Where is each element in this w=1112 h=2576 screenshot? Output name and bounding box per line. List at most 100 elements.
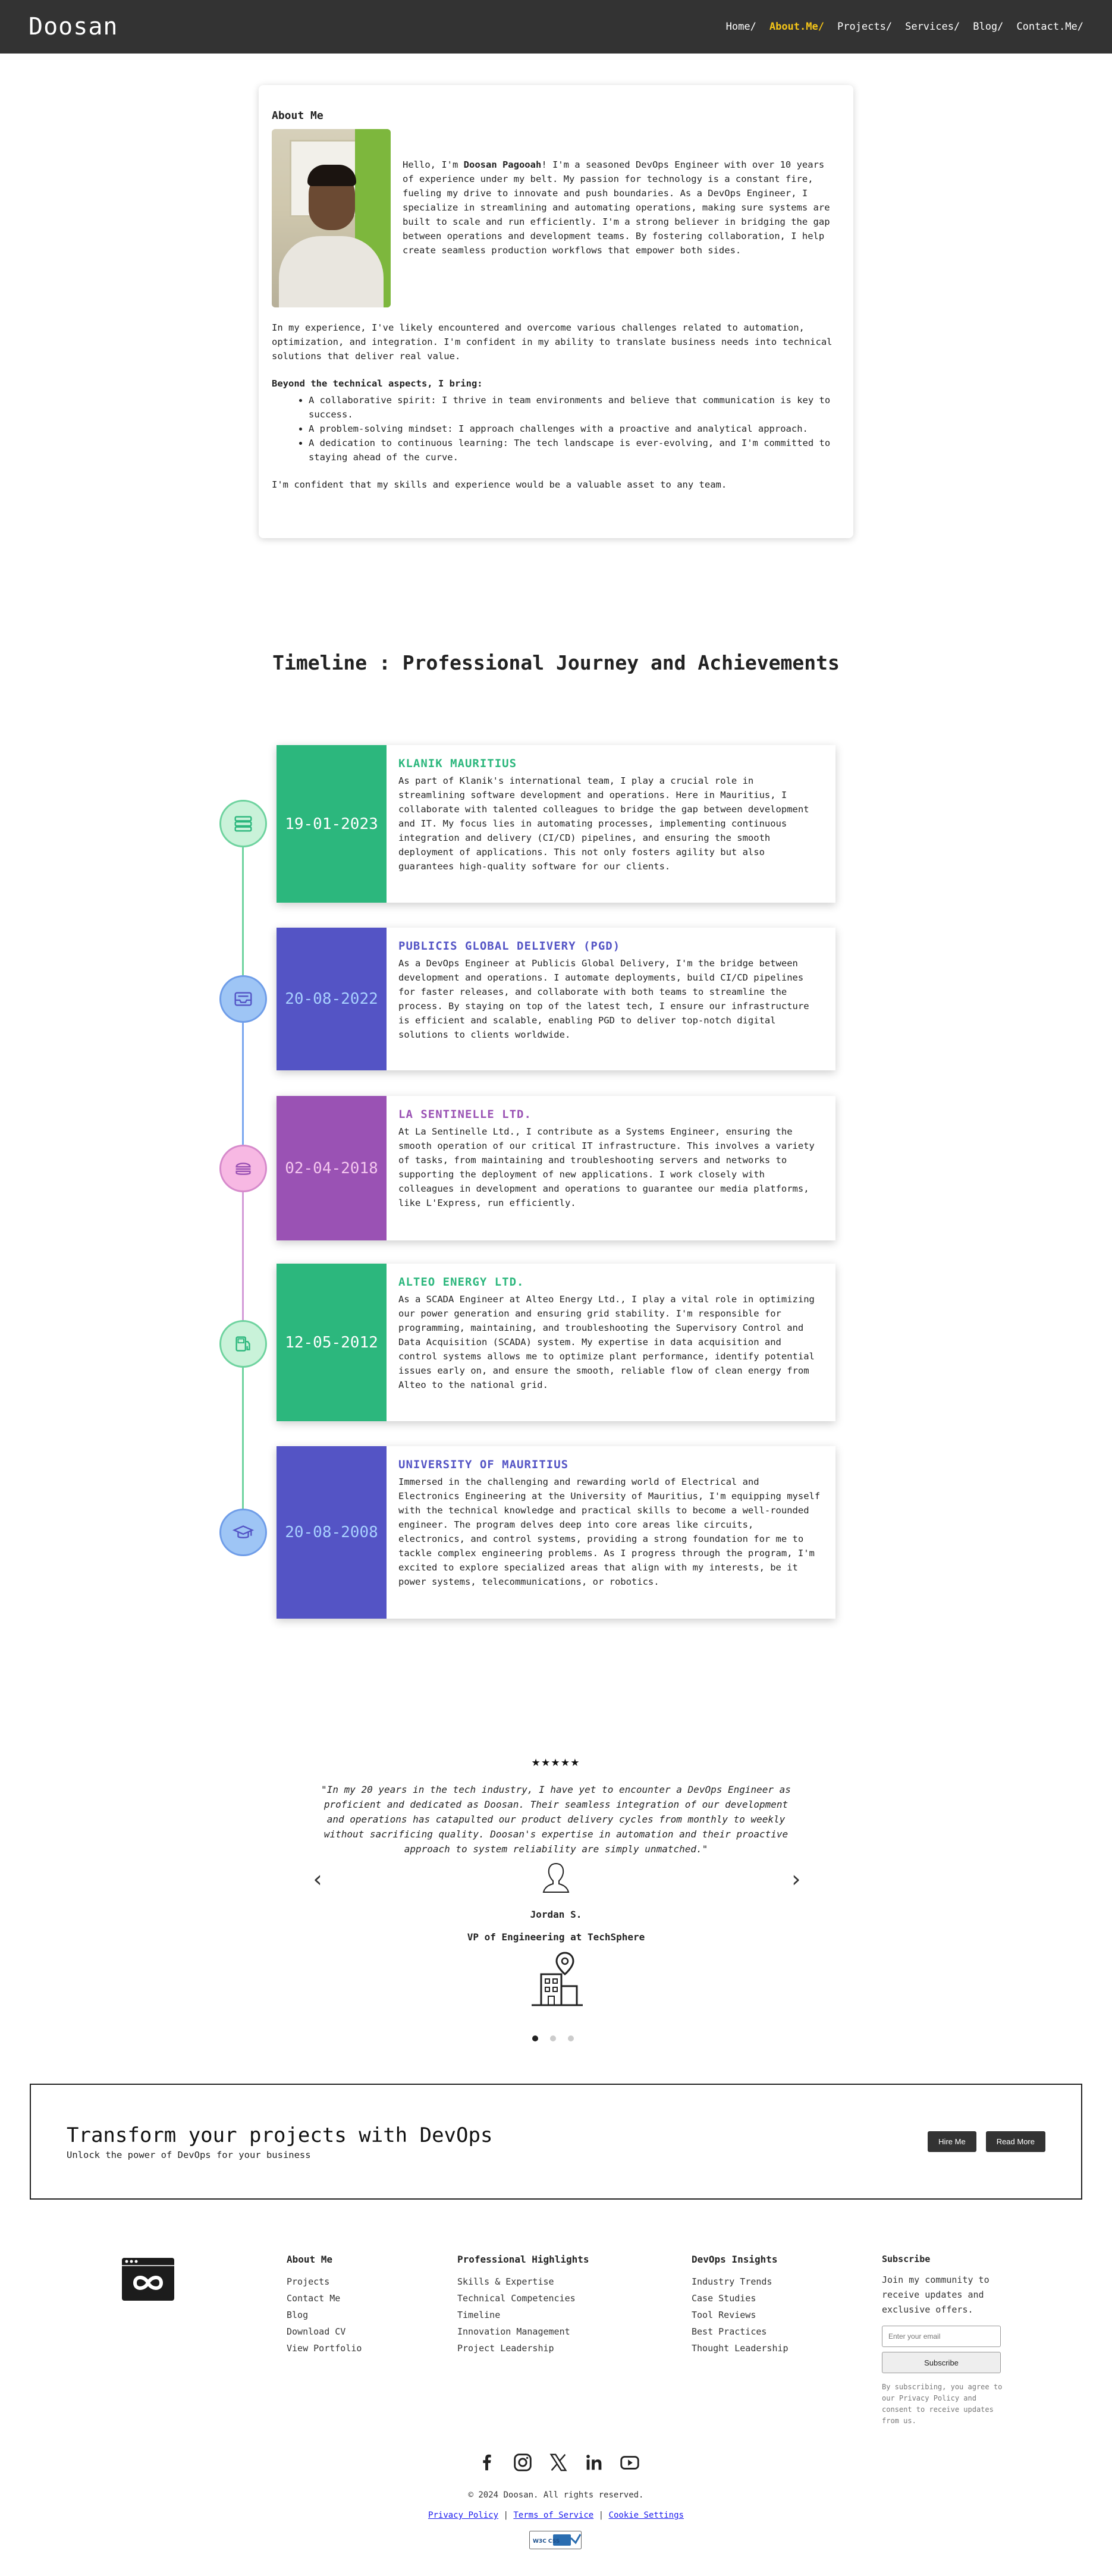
timeline-connector xyxy=(242,1356,244,1521)
footer-link[interactable]: Project Leadership xyxy=(457,2340,589,2357)
timeline-company: UNIVERSITY OF MAURITIUS xyxy=(398,1458,569,1471)
youtube-icon[interactable] xyxy=(618,2451,641,2474)
about-card: About Me Hello, I'm Doosan Pagooah! I'm … xyxy=(259,85,853,538)
timeline-date: 20-08-2022 xyxy=(277,928,387,1070)
timeline-company: PUBLICIS GLOBAL DELIVERY (PGD) xyxy=(398,940,621,953)
about-closing: I'm confident that my skills and experie… xyxy=(272,479,727,490)
footer-link[interactable]: Projects xyxy=(287,2273,362,2290)
timeline-card-sentinelle: 02-04-2018 LA SENTINELLE LTD. At La Sent… xyxy=(277,1096,835,1240)
about-bullet-list: A collaborative spirit: I thrive in team… xyxy=(309,393,840,464)
about-paragraph: In my experience, I've likely encountere… xyxy=(272,322,833,362)
timeline-company: KLANIK MAURITIUS xyxy=(398,757,517,770)
nav-link-blog[interactable]: Blog/ xyxy=(973,21,1003,33)
nav-link-projects[interactable]: Projects/ xyxy=(837,21,892,33)
cta-title: Transform your projects with DevOps xyxy=(67,2123,493,2147)
subscribe-button[interactable]: Subscribe xyxy=(882,2352,1001,2373)
timeline-card-pgd: 20-08-2022 PUBLICIS GLOBAL DELIVERY (PGD… xyxy=(277,928,835,1070)
facebook-icon[interactable] xyxy=(476,2451,498,2474)
footer-link[interactable]: Download CV xyxy=(287,2323,362,2340)
carousel-dot[interactable] xyxy=(550,2035,556,2041)
cta-subtitle: Unlock the power of DevOps for your busi… xyxy=(67,2149,311,2160)
list-item: A problem-solving mindset: I approach ch… xyxy=(309,422,840,436)
footer-link[interactable]: Tool Reviews xyxy=(692,2307,789,2323)
graduation-cap-icon xyxy=(232,1525,255,1538)
timeline-connector xyxy=(242,1192,244,1332)
footer-heading: About Me xyxy=(287,2254,333,2265)
timeline-card-klanik: 19-01-2023 KLANIK MAURITIUS As part of K… xyxy=(277,745,835,903)
nav-link-about[interactable]: About.Me/ xyxy=(769,21,824,33)
subscribe-fine-print: By subscribing, you agree to our Privacy… xyxy=(882,2383,1003,2425)
footer-logo-icon[interactable] xyxy=(121,2257,175,2302)
footer-link[interactable]: Best Practices xyxy=(692,2323,789,2340)
about-intro-text: Hello, I'm Doosan Pagooah! I'm a seasone… xyxy=(403,159,830,256)
brand-logo-text[interactable]: Doosan xyxy=(29,13,118,40)
email-field[interactable] xyxy=(882,2326,1001,2347)
footer-column-insights: DevOps Insights Industry Trends Case Stu… xyxy=(692,2254,789,2357)
timeline-description: As part of Klanik's international team, … xyxy=(398,775,809,872)
carousel-next-button[interactable]: › xyxy=(789,1866,803,1892)
w3c-css-badge[interactable]: W3C CSS xyxy=(529,2531,582,2549)
testimonial-quote: "In my 20 years in the tech industry, I … xyxy=(321,1784,791,1855)
footer-column-highlights: Professional Highlights Skills & Experti… xyxy=(457,2254,589,2357)
testimonial-name: Jordan S. xyxy=(530,1909,582,1920)
timeline-date: 12-05-2012 xyxy=(277,1264,387,1421)
cookie-settings-link[interactable]: Cookie Settings xyxy=(609,2511,684,2520)
footer-link[interactable]: Technical Competencies xyxy=(457,2290,589,2307)
nav-links: Home/ About.Me/ Projects/ Services/ Blog… xyxy=(726,21,1083,33)
social-links xyxy=(476,2451,641,2474)
footer-link[interactable]: Timeline xyxy=(457,2307,589,2323)
badge-text: W3C CSS xyxy=(533,2539,560,2544)
footer-link[interactable]: Contact Me xyxy=(287,2290,362,2307)
footer-column-about: About Me Projects Contact Me Blog Downlo… xyxy=(287,2254,362,2357)
burger-icon xyxy=(235,1163,251,1175)
timeline-company: LA SENTINELLE LTD. xyxy=(398,1108,532,1121)
timeline-icon-5 xyxy=(219,1509,267,1556)
x-icon[interactable] xyxy=(547,2451,570,2474)
testimonial-role: VP of Engineering at TechSphere xyxy=(467,1931,645,1943)
copyright-text: © 2024 Doosan. All rights reserved. xyxy=(468,2490,644,2500)
footer-link[interactable]: Thought Leadership xyxy=(692,2340,789,2357)
fuel-icon xyxy=(235,1336,250,1352)
footer-link[interactable]: Industry Trends xyxy=(692,2273,789,2290)
linkedin-icon[interactable] xyxy=(583,2451,605,2474)
nav-link-home[interactable]: Home/ xyxy=(726,21,756,33)
terms-of-service-link[interactable]: Terms of Service xyxy=(513,2511,593,2520)
top-navbar: Doosan Home/ About.Me/ Projects/ Service… xyxy=(0,0,1112,54)
timeline-icon-1 xyxy=(219,800,267,847)
read-more-button[interactable]: Read More xyxy=(985,2131,1045,2152)
nav-link-services[interactable]: Services/ xyxy=(905,21,960,33)
rating-stars: ★★★★★ xyxy=(531,1753,581,1770)
carousel-dots xyxy=(532,2035,574,2041)
timeline-description: Immersed in the challenging and rewardin… xyxy=(398,1477,821,1587)
timeline-card-alteo: 12-05-2012 ALTEO ENERGY LTD. As a SCADA … xyxy=(277,1264,835,1421)
footer-link[interactable]: View Portfolio xyxy=(287,2340,362,2357)
subscribe-heading: Subscribe xyxy=(882,2254,931,2264)
carousel-dot[interactable] xyxy=(532,2035,538,2041)
carousel-prev-button[interactable]: ‹ xyxy=(311,1866,325,1892)
timeline-card-university: 20-08-2008 UNIVERSITY OF MAURITIUS Immer… xyxy=(277,1446,835,1619)
privacy-policy-link[interactable]: Privacy Policy xyxy=(428,2511,498,2520)
footer-link[interactable]: Case Studies xyxy=(692,2290,789,2307)
timeline-icon-4 xyxy=(219,1320,267,1368)
timeline-description: As a DevOps Engineer at Publicis Global … xyxy=(398,958,809,1040)
about-intro-row: Hello, I'm Doosan Pagooah! I'm a seasone… xyxy=(272,129,840,307)
subscribe-section: Subscribe Join my community to receive u… xyxy=(882,2254,1007,2427)
user-avatar-icon xyxy=(542,1862,570,1893)
instagram-icon[interactable] xyxy=(511,2451,534,2474)
footer-link[interactable]: Skills & Expertise xyxy=(457,2273,589,2290)
nav-link-contact[interactable]: Contact.Me/ xyxy=(1016,21,1083,33)
timeline-description: At La Sentinelle Ltd., I contribute as a… xyxy=(398,1126,815,1208)
footer-heading: DevOps Insights xyxy=(692,2254,778,2265)
timeline-date: 20-08-2008 xyxy=(277,1446,387,1619)
footer-link[interactable]: Innovation Management xyxy=(457,2323,589,2340)
footer-link[interactable]: Blog xyxy=(287,2307,362,2323)
timeline-title: Timeline : Professional Journey and Achi… xyxy=(272,651,840,674)
legal-links: Privacy Policy | Terms of Service | Cook… xyxy=(428,2511,684,2520)
timeline-icon-2 xyxy=(219,975,267,1023)
inbox-icon xyxy=(234,992,252,1006)
carousel-dot[interactable] xyxy=(568,2035,574,2041)
list-item: A dedication to continuous learning: The… xyxy=(309,436,840,464)
hire-me-button[interactable]: Hire Me xyxy=(928,2131,976,2152)
list-item: A collaborative spirit: I thrive in team… xyxy=(309,393,840,422)
footer-heading: Professional Highlights xyxy=(457,2254,589,2265)
